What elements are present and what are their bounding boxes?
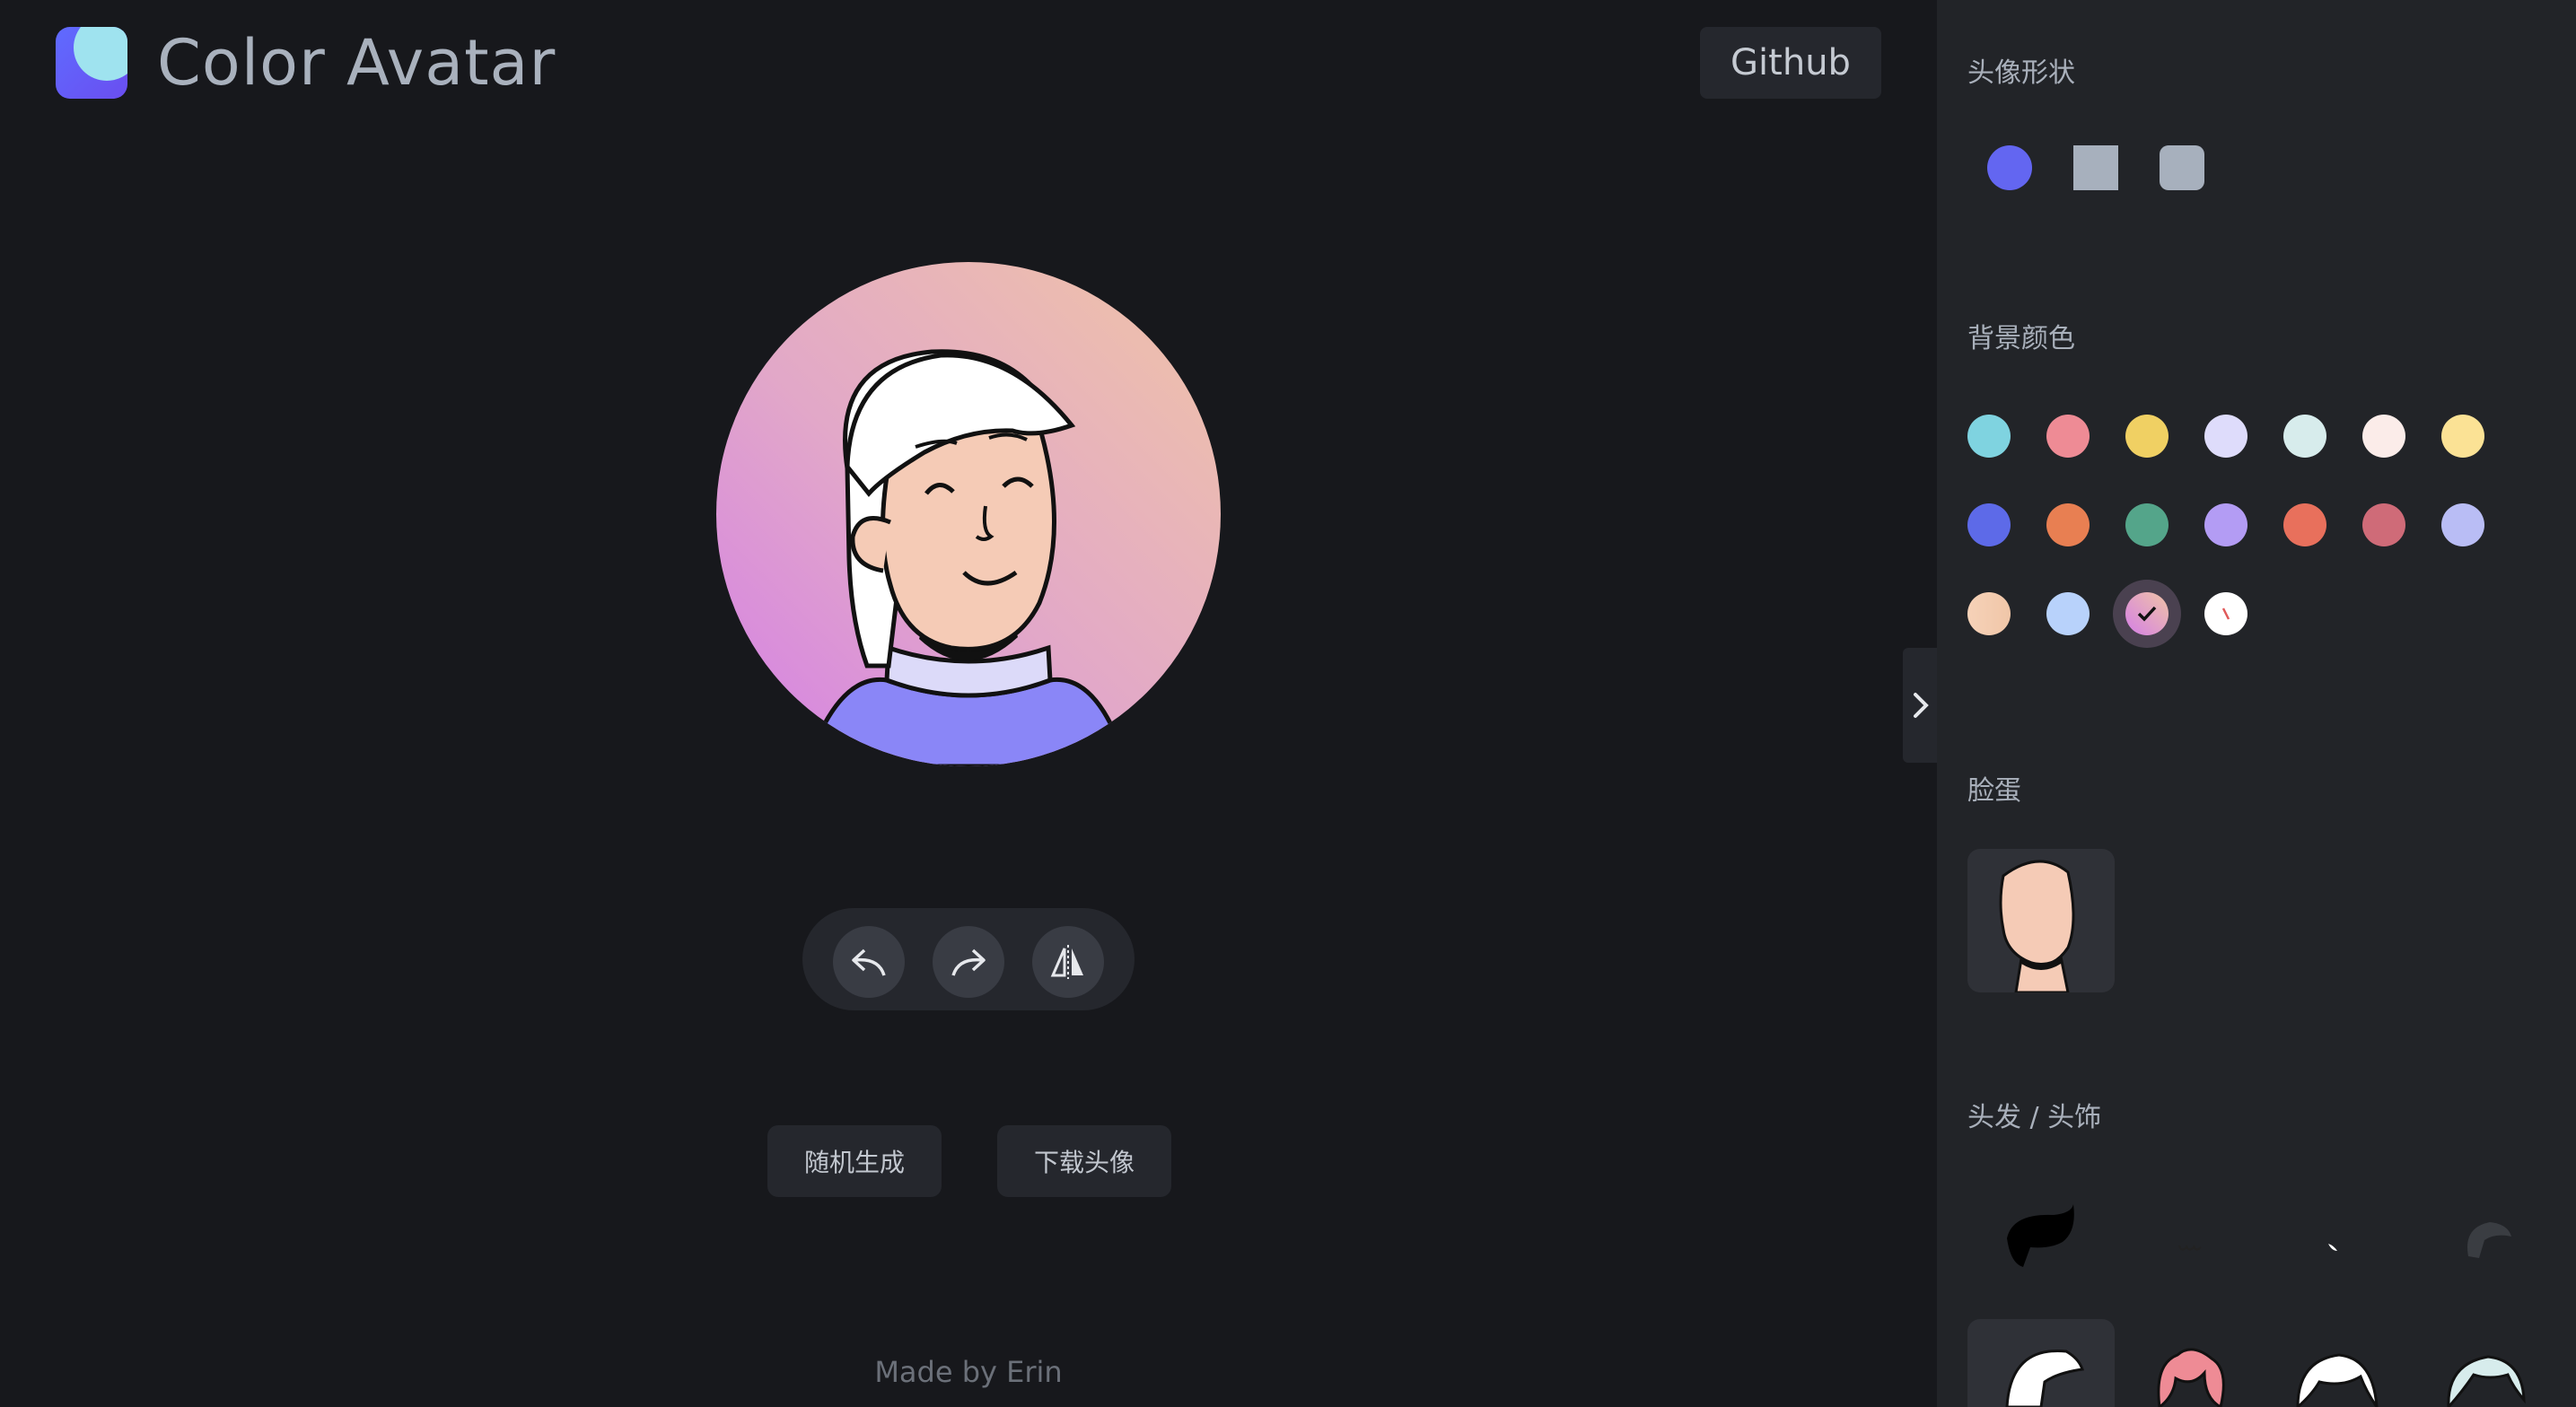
history-toolbar bbox=[802, 908, 1135, 1010]
hair-style-icon bbox=[2447, 1355, 2526, 1407]
shape-square-option[interactable] bbox=[2073, 145, 2118, 190]
settings-panel: 头像形状 背景颜色 脸蛋 头发 / 头饰 bbox=[1937, 0, 2576, 1407]
hair-style-icon bbox=[2157, 1348, 2225, 1407]
bg-gradient-swatch-selected[interactable] bbox=[2113, 580, 2181, 648]
hair-option[interactable] bbox=[1967, 1177, 2115, 1312]
bg-color-swatch[interactable] bbox=[2046, 503, 2090, 546]
footer-credit: Made by Erin bbox=[874, 1355, 1063, 1389]
github-button[interactable]: Github bbox=[1700, 27, 1881, 99]
hair-option[interactable] bbox=[2115, 1177, 2262, 1312]
undo-button[interactable] bbox=[833, 926, 905, 998]
bg-color-swatch[interactable] bbox=[2125, 415, 2169, 458]
hair-style-icon bbox=[2328, 1244, 2337, 1251]
hair-option-selected[interactable] bbox=[1967, 1319, 2115, 1407]
main-area: Color Avatar Github 随机生成 下载头像 Made by Er… bbox=[0, 0, 1937, 1407]
face-section-title: 脸蛋 bbox=[1967, 775, 2021, 807]
shape-section-title: 头像形状 bbox=[1967, 57, 2075, 89]
hair-style-icon bbox=[2467, 1222, 2511, 1258]
flip-button[interactable] bbox=[1032, 926, 1104, 998]
shape-circle-option[interactable] bbox=[1987, 145, 2032, 190]
hair-option[interactable] bbox=[2115, 1319, 2262, 1407]
bg-color-swatch[interactable] bbox=[2046, 592, 2090, 635]
bg-color-swatch[interactable] bbox=[1967, 503, 2011, 546]
hair-section-title: 头发 / 头饰 bbox=[1967, 1102, 2102, 1133]
bg-color-swatch[interactable] bbox=[2441, 503, 2484, 546]
no-color-icon bbox=[2221, 607, 2230, 620]
bg-color-swatch[interactable] bbox=[2046, 415, 2090, 458]
download-button[interactable]: 下载头像 bbox=[997, 1125, 1171, 1197]
hair-style-icon bbox=[2007, 1204, 2074, 1267]
bg-color-swatch[interactable] bbox=[2283, 415, 2326, 458]
background-section-title: 背景颜色 bbox=[1967, 323, 2075, 354]
bg-color-swatch[interactable] bbox=[2125, 503, 2169, 546]
panel-toggle-button[interactable] bbox=[1903, 648, 1939, 763]
hair-option[interactable] bbox=[2262, 1177, 2409, 1312]
chevron-right-icon bbox=[1914, 693, 1929, 718]
face-option[interactable] bbox=[1967, 849, 2115, 992]
bg-color-swatch[interactable] bbox=[2441, 415, 2484, 458]
bg-color-swatch[interactable] bbox=[2362, 415, 2405, 458]
app-logo bbox=[56, 27, 127, 99]
hair-style-icon bbox=[2005, 1350, 2084, 1407]
avatar-preview bbox=[716, 262, 1221, 766]
hair-style-icon bbox=[2178, 1245, 2202, 1251]
random-button[interactable]: 随机生成 bbox=[767, 1125, 942, 1197]
shape-rounded-option[interactable] bbox=[2160, 145, 2204, 190]
bg-color-swatch[interactable] bbox=[2204, 503, 2247, 546]
hair-option[interactable] bbox=[2262, 1319, 2409, 1407]
redo-button[interactable] bbox=[933, 926, 1004, 998]
checkmark-icon bbox=[2125, 592, 2169, 635]
bg-transparent-swatch[interactable] bbox=[2204, 592, 2247, 635]
bg-color-swatch[interactable] bbox=[2362, 503, 2405, 546]
app-title: Color Avatar bbox=[157, 26, 556, 100]
hair-option[interactable] bbox=[2409, 1177, 2556, 1312]
bg-color-swatch[interactable] bbox=[1967, 415, 2011, 458]
face-shape-icon bbox=[1999, 860, 2075, 992]
hair-option[interactable] bbox=[2409, 1319, 2556, 1407]
redo-icon bbox=[951, 948, 986, 976]
hair-style-icon bbox=[2296, 1353, 2379, 1407]
bg-gradient-swatch[interactable] bbox=[1967, 592, 2011, 635]
undo-icon bbox=[852, 948, 886, 976]
flip-icon bbox=[1050, 945, 1083, 979]
bg-color-swatch[interactable] bbox=[2204, 415, 2247, 458]
bg-color-swatch[interactable] bbox=[2283, 503, 2326, 546]
